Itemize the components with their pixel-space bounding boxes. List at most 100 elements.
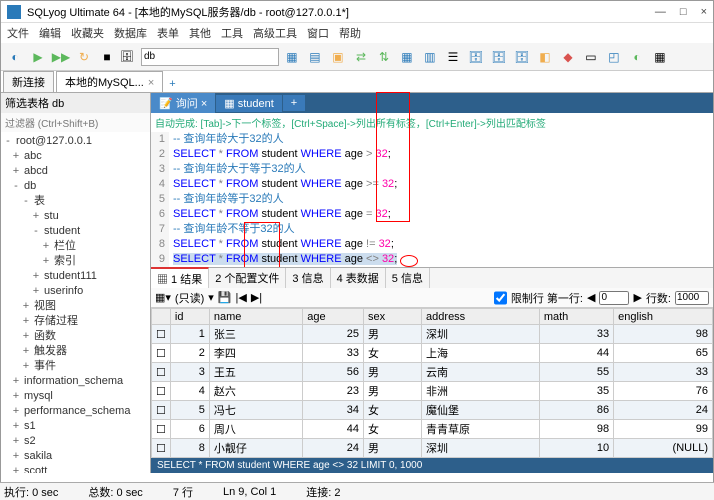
tool-icon[interactable]: ☰ — [443, 47, 463, 67]
cell[interactable]: ☐ — [152, 401, 171, 420]
connection-tab[interactable]: 本地的MySQL...× — [56, 71, 163, 92]
tool-icon[interactable]: ◆ — [558, 47, 578, 67]
cell[interactable]: 非洲 — [422, 382, 540, 401]
column-header[interactable]: age — [303, 309, 364, 325]
db-icon[interactable]: 🗄 — [466, 47, 486, 67]
query-tab[interactable]: ▦ student — [216, 95, 282, 112]
tree-node[interactable]: + 视图 — [3, 299, 148, 314]
cell[interactable]: 65 — [614, 344, 713, 363]
cell[interactable]: 青青草原 — [422, 420, 540, 439]
dropdown-icon[interactable]: ▾ — [208, 291, 214, 304]
tree-node[interactable]: + abc — [3, 149, 148, 164]
column-header[interactable]: math — [539, 309, 613, 325]
execute-icon[interactable]: ▶ — [28, 47, 48, 67]
tree-node[interactable]: + 函数 — [3, 329, 148, 344]
cell[interactable]: 35 — [539, 382, 613, 401]
menu-item[interactable]: 帮助 — [339, 25, 361, 41]
grid-icon[interactable]: ▦ — [397, 47, 417, 67]
cell[interactable]: 44 — [303, 420, 364, 439]
cell[interactable]: 魔仙堡 — [422, 401, 540, 420]
tree-node[interactable]: + s1 — [3, 419, 148, 434]
add-tab-icon[interactable]: + — [163, 76, 181, 92]
cell[interactable]: 86 — [539, 401, 613, 420]
cell[interactable]: ☐ — [152, 344, 171, 363]
row-count-input[interactable] — [675, 291, 709, 305]
cell[interactable]: 5 — [170, 401, 209, 420]
tool-icon[interactable]: ▭ — [581, 47, 601, 67]
sync-icon[interactable]: ⇄ — [351, 47, 371, 67]
tool-icon[interactable]: ▤ — [305, 47, 325, 67]
tree-node[interactable]: - student — [3, 224, 148, 239]
sync-icon[interactable]: ⇅ — [374, 47, 394, 67]
cell[interactable]: 10 — [539, 439, 613, 458]
cell[interactable]: 男 — [364, 439, 422, 458]
cell[interactable]: ☐ — [152, 382, 171, 401]
tree-node[interactable]: + scott — [3, 464, 148, 473]
cell[interactable]: 男 — [364, 363, 422, 382]
column-header[interactable]: sex — [364, 309, 422, 325]
tool-icon[interactable]: ▣ — [328, 47, 348, 67]
column-header[interactable]: address — [422, 309, 540, 325]
cell[interactable]: 24 — [614, 401, 713, 420]
menu-item[interactable]: 文件 — [7, 25, 29, 41]
export-icon[interactable]: 💾 — [218, 291, 232, 304]
first-row-input[interactable] — [599, 291, 629, 305]
tool-icon[interactable]: ◐ — [627, 47, 647, 67]
tree-node[interactable]: + 事件 — [3, 359, 148, 374]
cell[interactable]: 1 — [170, 325, 209, 344]
menu-item[interactable]: 收藏夹 — [71, 25, 104, 41]
tree-node[interactable]: + 栏位 — [3, 239, 148, 254]
tree-node[interactable]: + sakila — [3, 449, 148, 464]
menu-item[interactable]: 表单 — [157, 25, 179, 41]
nav-last-icon[interactable]: ▶| — [251, 291, 262, 304]
cell[interactable]: (NULL) — [614, 439, 713, 458]
menu-item[interactable]: 数据库 — [114, 25, 147, 41]
cell[interactable]: 8 — [170, 439, 209, 458]
cell[interactable]: 深圳 — [422, 439, 540, 458]
menu-item[interactable]: 编辑 — [39, 25, 61, 41]
tree-node[interactable]: + abcd — [3, 164, 148, 179]
tree-node[interactable]: + student111 — [3, 269, 148, 284]
refresh-icon[interactable]: ↻ — [74, 47, 94, 67]
column-header[interactable]: name — [209, 309, 302, 325]
tree-node[interactable]: + information_schema — [3, 374, 148, 389]
maximize-icon[interactable]: □ — [680, 6, 687, 18]
cell[interactable]: ☐ — [152, 439, 171, 458]
tree-node[interactable]: - root@127.0.0.1 — [3, 134, 148, 149]
result-tab[interactable]: 4 表数据 — [331, 268, 386, 288]
tree-node[interactable]: + 触发器 — [3, 344, 148, 359]
tree-node[interactable]: + mysql — [3, 389, 148, 404]
tool-icon[interactable]: ▦ — [282, 47, 302, 67]
menu-item[interactable]: 窗口 — [307, 25, 329, 41]
stop-icon[interactable]: ■ — [97, 47, 117, 67]
query-tab[interactable]: 📝 询问 × — [151, 93, 215, 113]
database-select[interactable] — [141, 48, 279, 66]
cell[interactable]: ☐ — [152, 325, 171, 344]
cell[interactable]: 33 — [303, 344, 364, 363]
new-connection-icon[interactable]: ◐ — [5, 47, 25, 67]
cell[interactable]: 4 — [170, 382, 209, 401]
close-icon[interactable]: × — [701, 6, 707, 18]
result-tab[interactable]: 2 个配置文件 — [209, 268, 286, 288]
cell[interactable]: 周八 — [209, 420, 302, 439]
tree-node[interactable]: + 索引 — [3, 254, 148, 269]
result-tab[interactable]: 3 信息 — [286, 268, 330, 288]
column-header[interactable]: id — [170, 309, 209, 325]
prev-icon[interactable]: ◀ — [587, 291, 595, 304]
column-header[interactable] — [152, 309, 171, 325]
cell[interactable]: 2 — [170, 344, 209, 363]
cell[interactable]: 小靓仔 — [209, 439, 302, 458]
filter-hint[interactable]: 过滤器 (Ctrl+Shift+B) — [1, 113, 150, 132]
tool-icon[interactable]: ▦ — [650, 47, 670, 67]
cell[interactable]: 深圳 — [422, 325, 540, 344]
cell[interactable]: 女 — [364, 344, 422, 363]
tree-node[interactable]: + 存储过程 — [3, 314, 148, 329]
result-tab[interactable]: 5 信息 — [386, 268, 430, 288]
cell[interactable]: 55 — [539, 363, 613, 382]
execute-all-icon[interactable]: ▶▶ — [51, 47, 71, 67]
tree-node[interactable]: - 表 — [3, 194, 148, 209]
cell[interactable]: 76 — [614, 382, 713, 401]
result-tab[interactable]: ▦ 1 结果 — [151, 267, 209, 289]
menu-item[interactable]: 工具 — [221, 25, 243, 41]
grid-icon[interactable]: ▦▾ — [155, 291, 171, 304]
